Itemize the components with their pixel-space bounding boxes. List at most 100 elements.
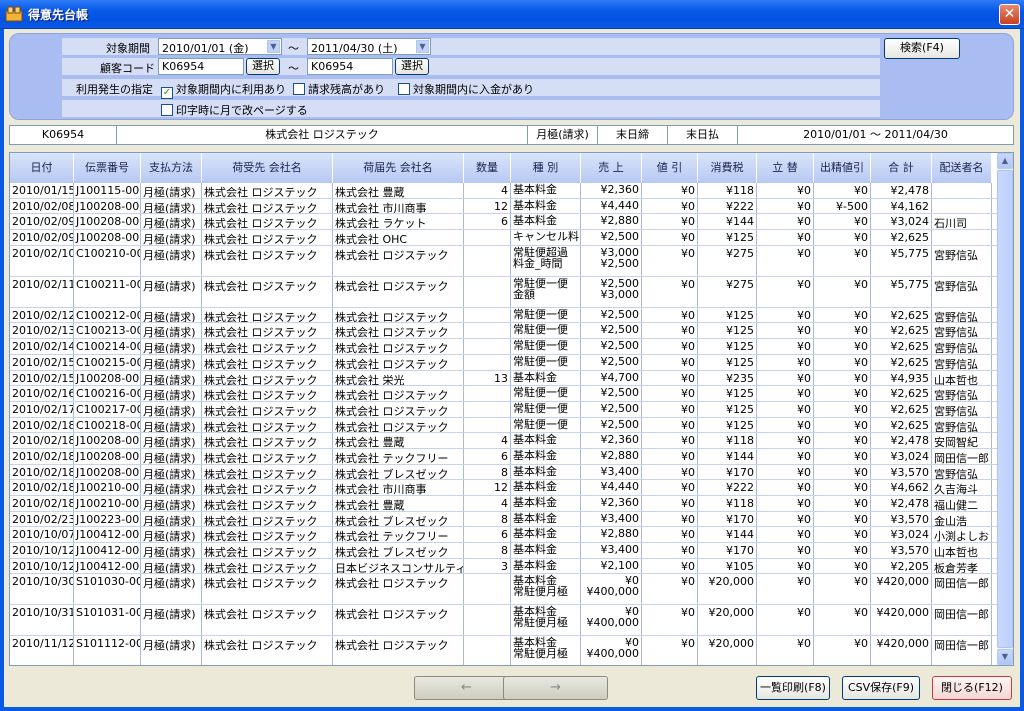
cell-payment-method: 月極(請求) [141, 370, 202, 386]
customer-to-input[interactable]: K06954 [307, 58, 393, 75]
window-title: 得意先台帳 [28, 8, 89, 22]
cell-line: ¥3,400 [600, 543, 640, 557]
cell-total: ¥2,478 [871, 183, 932, 198]
table-row[interactable]: 2010/02/18J100208-0004月極(請求)株式会社 ロジステック株… [10, 448, 998, 465]
customer-to-value: K06954 [311, 60, 354, 73]
table-row[interactable]: 2010/02/18C100218-0002月極(請求)株式会社 ロジステック株… [10, 417, 998, 434]
cell-quantity [464, 354, 511, 370]
table-row[interactable]: 2010/10/12J100412-0010月極(請求)株式会社 ロジステック株… [10, 543, 998, 559]
cell-type: 常駐便一便 [511, 307, 581, 323]
cell-tax: ¥125 [698, 386, 757, 401]
cell-total: ¥2,625 [871, 386, 932, 401]
cell-payment-method: 月極(請求) [141, 183, 202, 198]
table-row[interactable]: 2010/02/16C100216-0002月極(請求)株式会社 ロジステック株… [10, 386, 998, 402]
table-row[interactable]: 2010/01/15J100115-0002月極(請求)株式会社 ロジステック株… [10, 183, 998, 199]
date-to-select[interactable]: 2011/04/30 (土) ▼ [307, 38, 431, 55]
table-body[interactable]: 2010/01/15J100115-0002月極(請求)株式会社 ロジステック株… [10, 183, 998, 665]
cell-quantity: 3 [464, 558, 511, 574]
cell-date: 2010/02/18 [12, 417, 74, 433]
customer-from-select-button[interactable]: 選択 [246, 58, 280, 75]
chevron-down-icon[interactable]: ▼ [267, 40, 280, 53]
scrollbar-thumb[interactable] [997, 170, 1013, 648]
cell-total: ¥4,162 [871, 198, 932, 214]
table-row[interactable]: 2010/10/07J100412-0009月極(請求)株式会社 ロジステック株… [10, 527, 998, 544]
cell-tax: ¥125 [698, 307, 757, 323]
cell-advance: ¥0 [757, 339, 814, 354]
table-row[interactable]: 2010/02/15C100215-0002月極(請求)株式会社 ロジステック株… [10, 354, 998, 371]
cell-total: ¥4,662 [871, 480, 932, 495]
cell-discount: ¥0 [642, 496, 698, 511]
checkbox-page-break-by-month[interactable]: 印字時に月で改ページする [161, 102, 308, 118]
next-page-button[interactable]: → [503, 676, 608, 700]
chevron-down-icon[interactable]: ▼ [416, 40, 429, 53]
print-list-button[interactable]: 一覧印刷(F8) [756, 676, 830, 700]
cell-line: 基本料金 [513, 496, 557, 509]
vertical-scrollbar[interactable]: ▲ ▼ [997, 153, 1013, 665]
checkbox-icon[interactable] [398, 83, 410, 95]
cell-date: 2010/02/23 [12, 511, 74, 527]
cell-consignee: 株式会社 ロジステック [202, 198, 333, 214]
cell-slip-no: C100217-0002 [74, 401, 141, 417]
table-row[interactable]: 2010/02/18J100208-0003月極(請求)株式会社 ロジステック株… [10, 433, 998, 449]
cell-payment-method: 月極(請求) [141, 511, 202, 527]
cell-date: 2010/01/15 [12, 183, 74, 198]
cell-deliver-to: 株式会社 栄光 [333, 370, 464, 386]
customer-to-select-button[interactable]: 選択 [395, 58, 429, 75]
table-row[interactable]: 2010/02/15J100208-0006月極(請求)株式会社 ロジステック株… [10, 370, 998, 387]
table-row[interactable]: 2010/02/12C100212-0002月極(請求)株式会社 ロジステック株… [10, 307, 998, 324]
cell-date: 2010/10/31 [10, 605, 74, 636]
cell-quantity: 4 [464, 433, 511, 448]
cell-payment-method: 月極(請求) [141, 543, 202, 558]
table-row[interactable]: 2010/02/09J100208-0002月極(請求)株式会社 ロジステック株… [10, 214, 998, 231]
window-frame-left [0, 29, 4, 711]
cell-discount: ¥0 [642, 636, 698, 665]
table-row[interactable]: 2010/02/10C100210-0002月極(請求)株式会社 ロジステック株… [10, 245, 998, 277]
close-button[interactable]: 閉じる(F12) [932, 676, 1012, 700]
table-row[interactable]: 2010/02/18J100208-0007月極(請求)株式会社 ロジステック株… [10, 464, 998, 481]
cell-extra-discount: ¥0 [814, 323, 871, 339]
cell-line: ¥4,700 [600, 370, 640, 384]
search-button-label: 検索(F4) [900, 41, 944, 54]
table-row[interactable]: 2010/02/18J100210-0023月極(請求)株式会社 ロジステック株… [10, 496, 998, 512]
checkbox-used-in-period[interactable]: ✓ 対象期間内に利用あり [161, 81, 286, 99]
checkbox-checked-icon[interactable]: ✓ [161, 87, 173, 99]
cell-consignee: 株式会社 ロジステック [202, 496, 333, 511]
csv-save-button[interactable]: CSV保存(F9) [842, 676, 920, 700]
summary-period: 2010/01/01 〜 2011/04/30 [803, 128, 948, 141]
table-row[interactable]: 2010/02/13C100213-0002月極(請求)株式会社 ロジステック株… [10, 323, 998, 340]
table-row[interactable]: 2010/10/31S101031-0018月極(請求)株式会社 ロジステック株… [10, 605, 998, 637]
cell-driver: 宮野信弘 [932, 354, 992, 370]
window-close-button[interactable]: ✕ [999, 4, 1020, 25]
scroll-down-icon[interactable]: ▼ [997, 649, 1013, 665]
table-row[interactable]: 2010/02/14C100214-0002月極(請求)株式会社 ロジステック株… [10, 339, 998, 355]
table-row[interactable]: 2010/02/18J100210-0017月極(請求)株式会社 ロジステック株… [10, 480, 998, 496]
table-row[interactable]: 2010/02/09J100208-0005月極(請求)株式会社 ロジステック株… [10, 230, 998, 246]
checkbox-has-balance[interactable]: 請求残高があり [293, 81, 385, 97]
cell-slip-no: C100213-0002 [74, 323, 141, 339]
table-row[interactable]: 2010/10/12J100412-0022月極(請求)株式会社 ロジステック日… [10, 558, 998, 575]
table-row[interactable]: 2010/10/30S101030-0018月極(請求)株式会社 ロジステック株… [10, 574, 998, 606]
cell-discount: ¥0 [642, 433, 698, 448]
checkbox-label: 対象期間内に入金があり [413, 83, 534, 96]
table-row[interactable]: 2010/11/12S101112-0009月極(請求)株式会社 ロジステック株… [10, 636, 998, 665]
cell-quantity [464, 323, 511, 339]
ledger-table[interactable]: 日付 伝票番号 支払方法 荷受先 会社名 荷届先 会社名 数量種 別売 上値 引消費税立 … [9, 152, 1014, 666]
table-row[interactable]: 2010/02/23J100223-0008月極(請求)株式会社 ロジステック株… [10, 511, 998, 528]
cell-driver: 宮野信弘 [932, 276, 992, 307]
cell-line: 基本料金 [513, 183, 557, 196]
cell-sales: ¥2,360 [581, 433, 642, 448]
date-from-select[interactable]: 2010/01/01 (金) ▼ [158, 38, 282, 55]
cell-slip-no: C100214-0002 [74, 339, 141, 354]
checkbox-icon[interactable] [293, 83, 305, 95]
cell-consignee: 株式会社 ロジステック [202, 417, 333, 433]
scroll-up-icon[interactable]: ▲ [997, 153, 1013, 169]
checkbox-icon[interactable] [161, 104, 173, 116]
customer-from-input[interactable]: K06954 [158, 58, 244, 75]
table-row[interactable]: 2010/02/11C100211-0002月極(請求)株式会社 ロジステック株… [10, 276, 998, 308]
cell-discount: ¥0 [642, 480, 698, 495]
cell-payment-method: 月極(請求) [141, 401, 202, 417]
checkbox-payment-in-period[interactable]: 対象期間内に入金があり [398, 81, 534, 97]
table-row[interactable]: 2010/02/08J100208-0001月極(請求)株式会社 ロジステック株… [10, 198, 998, 215]
table-row[interactable]: 2010/02/17C100217-0002月極(請求)株式会社 ロジステック株… [10, 401, 998, 418]
search-button[interactable]: 検索(F4) [884, 38, 960, 59]
